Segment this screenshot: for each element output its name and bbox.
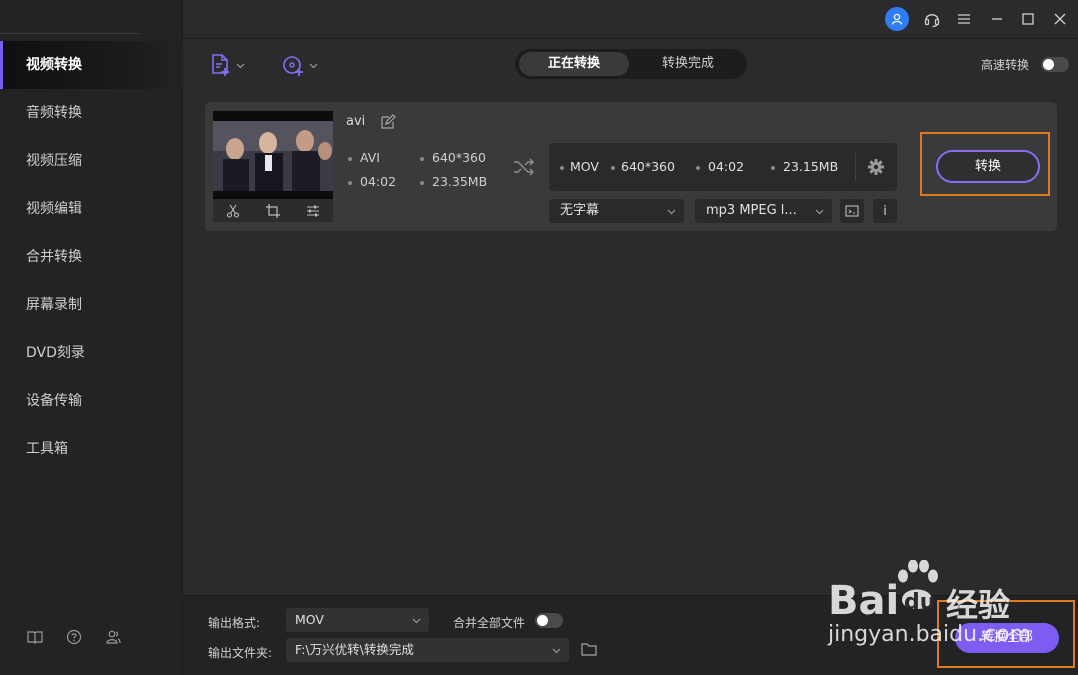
tab-converting[interactable]: 正在转换 xyxy=(519,52,629,76)
sidebar-item-video-compress[interactable]: 视频压缩 xyxy=(0,137,183,185)
sidebar-item-label: 合并转换 xyxy=(26,249,82,265)
title-bar xyxy=(183,0,1078,38)
high-speed-toggle[interactable] xyxy=(1041,57,1069,72)
thumbnail-toolbar xyxy=(213,199,333,222)
video-thumbnail[interactable] xyxy=(213,111,333,199)
menu-icon[interactable] xyxy=(952,7,976,31)
scissors-icon[interactable] xyxy=(226,204,240,218)
file-name: avi xyxy=(346,114,366,129)
sidebar-item-audio-convert[interactable]: 音频转换 xyxy=(0,89,183,137)
sidebar-item-label: 音频转换 xyxy=(26,105,82,121)
sidebar-item-merge-convert[interactable]: 合并转换 xyxy=(0,233,183,281)
output-duration: 04:02 xyxy=(696,159,744,174)
close-icon[interactable] xyxy=(1048,7,1072,31)
minimize-icon[interactable] xyxy=(985,7,1009,31)
sidebar-item-label: 设备传输 xyxy=(26,393,82,409)
source-resolution: 640*360 xyxy=(420,150,486,165)
highlight-box xyxy=(937,600,1075,668)
divider xyxy=(855,153,856,181)
sidebar-item-dvd-burn[interactable]: DVD刻录 xyxy=(0,329,183,377)
sidebar-item-label: 工具箱 xyxy=(26,441,68,457)
headset-icon[interactable] xyxy=(920,7,944,31)
subtitle-select[interactable]: 无字幕 xyxy=(549,199,684,223)
audio-track-value: mp3 MPEG l... xyxy=(706,203,797,218)
chevron-down-icon xyxy=(412,618,421,624)
shuffle-icon xyxy=(514,158,534,176)
sidebar-item-video-edit[interactable]: 视频编辑 xyxy=(0,185,183,233)
subtitle-value: 无字幕 xyxy=(560,203,600,218)
sidebar-item-label: DVD刻录 xyxy=(26,345,85,361)
chevron-down-icon xyxy=(309,63,318,68)
output-format-label: 输出格式: xyxy=(208,616,261,630)
sidebar-item-label: 视频编辑 xyxy=(26,201,82,217)
edit-icon[interactable] xyxy=(380,114,396,130)
user-icon[interactable] xyxy=(885,7,909,31)
user-group-icon[interactable] xyxy=(104,628,122,646)
audio-track-select[interactable]: mp3 MPEG l... xyxy=(695,199,832,223)
toolbar: 正在转换 转换完成 高速转换 xyxy=(183,38,1078,90)
sidebar-item-screen-record[interactable]: 屏幕录制 xyxy=(0,281,183,329)
add-disc-icon xyxy=(283,56,303,76)
folder-icon[interactable] xyxy=(581,642,597,656)
source-format: AVI xyxy=(348,150,380,165)
book-icon[interactable] xyxy=(26,628,44,646)
gear-icon[interactable] xyxy=(867,158,885,176)
output-format: MOV xyxy=(560,159,599,174)
sidebar-item-label: 视频压缩 xyxy=(26,153,82,169)
info-button[interactable]: i xyxy=(873,199,897,223)
chevron-down-icon xyxy=(815,209,824,215)
output-folder-label: 输出文件夹: xyxy=(208,646,273,660)
output-folder-value: F:\万兴优转\转换完成 xyxy=(295,642,414,657)
high-speed-label: 高速转换 xyxy=(981,58,1030,72)
output-format-select[interactable]: MOV xyxy=(286,608,429,632)
highlight-box xyxy=(920,132,1050,196)
add-file-icon xyxy=(212,54,229,76)
sidebar-divider xyxy=(0,33,140,34)
add-subtitle-button[interactable] xyxy=(840,199,864,223)
tab-converted[interactable]: 转换完成 xyxy=(633,52,743,76)
sidebar-item-device-transfer[interactable]: 设备传输 xyxy=(0,377,183,425)
maximize-icon[interactable] xyxy=(1016,7,1040,31)
sidebar-item-video-convert[interactable]: 视频转换 xyxy=(0,41,183,89)
chevron-down-icon xyxy=(667,209,676,215)
output-folder-select[interactable]: F:\万兴优转\转换完成 xyxy=(286,638,569,662)
output-settings-box: MOV 640*360 04:02 23.15MB xyxy=(549,143,897,191)
add-dvd-button[interactable] xyxy=(281,51,318,79)
sidebar-item-label: 屏幕录制 xyxy=(26,297,82,313)
add-file-button[interactable] xyxy=(210,51,245,79)
help-icon[interactable] xyxy=(65,628,83,646)
subtitle-icon xyxy=(845,205,859,217)
chevron-down-icon xyxy=(236,63,245,68)
status-tabs: 正在转换 转换完成 xyxy=(515,49,747,79)
chevron-down-icon xyxy=(552,648,561,654)
sidebar: 视频转换 音频转换 视频压缩 视频编辑 合并转换 屏幕录制 DVD刻录 设备传输… xyxy=(0,0,183,675)
sidebar-item-label: 视频转换 xyxy=(26,57,82,73)
merge-all-toggle[interactable] xyxy=(535,613,563,628)
merge-all-label: 合并全部文件 xyxy=(453,616,526,630)
sidebar-item-toolbox[interactable]: 工具箱 xyxy=(0,425,183,473)
effects-icon[interactable] xyxy=(306,204,320,218)
output-resolution: 640*360 xyxy=(611,159,675,174)
source-duration: 04:02 xyxy=(348,174,396,189)
output-size: 23.15MB xyxy=(771,159,838,174)
source-size: 23.35MB xyxy=(420,174,487,189)
crop-icon[interactable] xyxy=(266,203,280,218)
info-icon: i xyxy=(883,203,887,219)
output-format-value: MOV xyxy=(295,612,324,627)
